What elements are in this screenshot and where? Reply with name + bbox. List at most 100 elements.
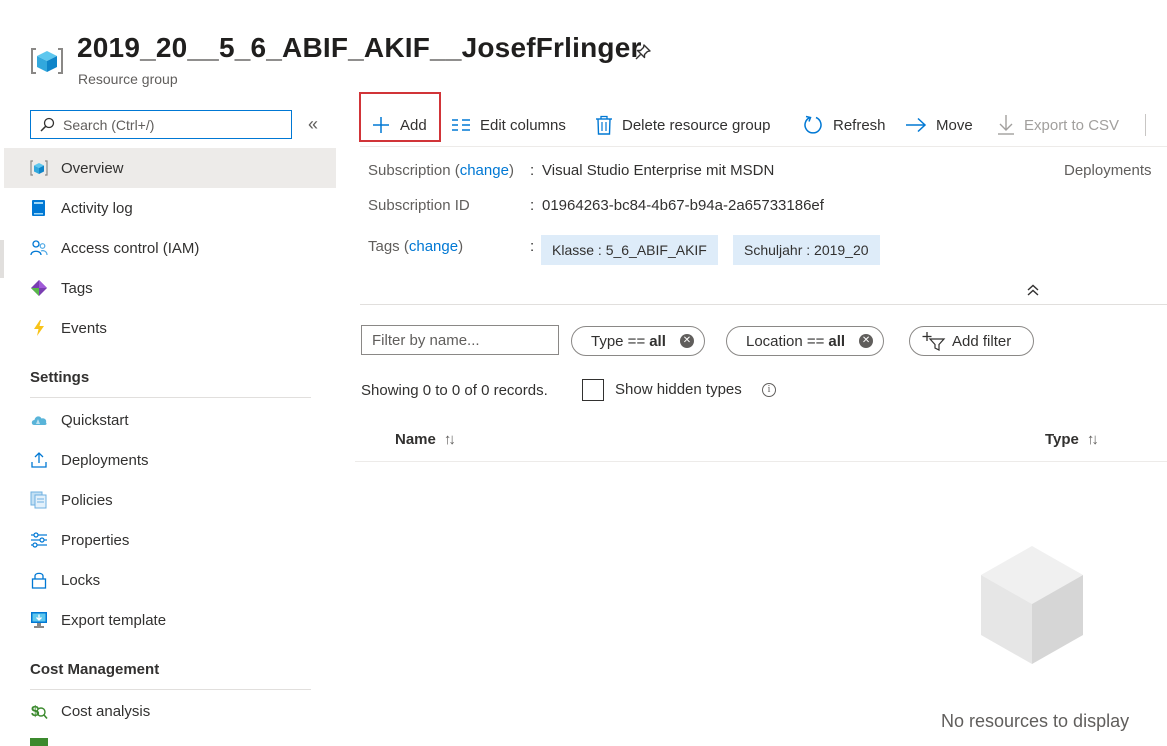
section-divider — [30, 397, 311, 398]
move-label: Move — [936, 116, 973, 134]
location-filter-value: all — [828, 332, 846, 350]
sidebar-item-cost-analysis[interactable]: $ Cost analysis — [4, 691, 336, 731]
sort-icon: ↑↓ — [1086, 431, 1099, 448]
resource-group-cube-icon — [30, 44, 64, 78]
policy-doc-icon — [30, 491, 48, 509]
sidebar-next-item-icon — [30, 738, 48, 746]
refresh-button[interactable]: Refresh — [802, 111, 886, 139]
sidebar-item-properties[interactable]: Properties — [4, 520, 336, 560]
lock-icon — [30, 571, 48, 589]
sidebar-item-deployments[interactable]: Deployments — [4, 440, 336, 480]
add-filter-icon — [922, 331, 946, 351]
subscription-label: Subscription (change) — [368, 162, 514, 179]
location-filter-pill[interactable]: Location == all ✕ — [726, 326, 885, 356]
sidebar-item-export-template[interactable]: Export template — [4, 600, 336, 640]
sidebar-item-events[interactable]: Events — [4, 308, 336, 348]
sidebar-item-activity-log[interactable]: Activity log — [4, 188, 336, 228]
overview-cube-icon — [30, 159, 48, 177]
refresh-label: Refresh — [833, 116, 886, 134]
sidebar-item-policies[interactable]: Policies — [4, 480, 336, 520]
column-header-type[interactable]: Type ↑↓ — [1045, 431, 1099, 448]
collapse-essentials-icon[interactable] — [1025, 282, 1041, 298]
pin-icon[interactable] — [633, 42, 653, 62]
colon-separator: : — [530, 162, 535, 179]
toolbar-separator — [1145, 114, 1146, 136]
essentials-divider — [360, 304, 1167, 305]
show-hidden-types-label[interactable]: Show hidden types — [615, 381, 742, 398]
sidebar-item-label: Overview — [61, 159, 124, 177]
column-header-name[interactable]: Name ↑↓ — [395, 431, 456, 448]
remove-filter-icon[interactable]: ✕ — [859, 334, 874, 348]
tags-label: Tags (change) — [368, 238, 464, 255]
add-filter-button[interactable]: Add filter — [909, 326, 1035, 356]
empty-state-text: No resources to display — [941, 711, 1130, 731]
download-icon — [997, 114, 1015, 136]
tag-badge[interactable]: Schuljahr : 2019_20 — [733, 235, 880, 265]
search-icon — [39, 117, 55, 133]
sidebar-item-access-control[interactable]: Access control (IAM) — [4, 228, 336, 268]
edit-columns-button[interactable]: Edit columns — [451, 111, 566, 139]
tag-badge[interactable]: Klasse : 5_6_ABIF_AKIF — [541, 235, 718, 265]
sidebar-search[interactable] — [30, 110, 292, 139]
show-hidden-types-checkbox[interactable] — [582, 379, 604, 401]
sidebar-item-overview[interactable]: Overview — [4, 148, 336, 188]
section-title-settings: Settings — [30, 369, 90, 386]
tags-change-link[interactable]: change — [409, 238, 458, 255]
subscription-value-link[interactable]: Visual Studio Enterprise mit MSDN — [542, 162, 774, 179]
sidebar-item-tags[interactable]: Tags — [4, 268, 336, 308]
deployments-label[interactable]: Deployments — [1064, 162, 1152, 179]
plus-icon — [371, 115, 391, 135]
colon-separator: : — [530, 238, 535, 255]
remove-filter-icon[interactable]: ✕ — [679, 334, 694, 348]
toolbar-divider — [360, 146, 1167, 147]
info-icon[interactable]: i — [762, 383, 776, 397]
sidebar-item-label: Tags — [61, 279, 93, 297]
cloud-icon — [30, 411, 48, 429]
export-csv-label: Export to CSV — [1024, 116, 1120, 134]
delete-resource-group-button[interactable]: Delete resource group — [595, 111, 770, 139]
type-filter-prefix: Type == — [591, 332, 646, 350]
section-divider — [30, 689, 311, 690]
search-input[interactable] — [63, 116, 273, 133]
page-title: 2019_20__5_6_ABIF_AKIF__JosefFrlinger — [77, 32, 642, 63]
column-header-label: Type — [1045, 431, 1079, 448]
people-icon — [30, 239, 48, 257]
sidebar-item-label: Locks — [61, 571, 101, 589]
subscription-id-value: 01964263-bc84-4b67-b94a-2a65733186ef — [542, 197, 824, 214]
edit-columns-label: Edit columns — [480, 116, 566, 134]
monitor-download-icon — [30, 611, 48, 629]
sliders-icon — [30, 531, 48, 549]
cost-analysis-icon: $ — [30, 702, 48, 720]
refresh-icon — [802, 114, 824, 136]
table-header-divider — [355, 461, 1167, 462]
sidebar-item-quickstart[interactable]: Quickstart — [4, 400, 336, 440]
sidebar-item-label: Quickstart — [61, 411, 129, 429]
sidebar-item-label: Deployments — [61, 451, 149, 469]
type-filter-value: all — [649, 332, 666, 350]
add-button[interactable]: Add — [371, 111, 427, 139]
sidebar-item-locks[interactable]: Locks — [4, 560, 336, 600]
collapse-sidebar-icon[interactable]: « — [308, 113, 326, 137]
sidebar-item-label: Properties — [61, 531, 130, 549]
tag-icon — [30, 279, 48, 297]
type-filter-pill[interactable]: Type == all ✕ — [571, 326, 705, 356]
filter-by-name-input[interactable] — [361, 325, 559, 355]
svg-text:$: $ — [31, 703, 40, 720]
sidebar-item-label: Activity log — [61, 199, 133, 217]
sidebar-item-label: Export template — [61, 611, 167, 629]
subscription-change-link[interactable]: change — [460, 162, 509, 179]
activity-log-icon — [30, 199, 48, 217]
empty-state-cube-icon — [978, 544, 1086, 666]
sidebar-item-label: Cost analysis — [61, 702, 151, 720]
sidebar-item-label: Access control (IAM) — [61, 239, 200, 257]
arrow-right-icon — [905, 117, 927, 133]
records-count: Showing 0 to 0 of 0 records. — [361, 382, 548, 399]
trash-icon — [595, 115, 613, 135]
sort-icon: ↑↓ — [443, 431, 456, 448]
move-button[interactable]: Move — [905, 111, 973, 139]
lightning-icon — [30, 319, 48, 337]
export-csv-button[interactable]: Export to CSV — [997, 111, 1119, 139]
sidebar-item-label: Policies — [61, 491, 113, 509]
column-header-label: Name — [395, 431, 436, 448]
section-title-cost-management: Cost Management — [30, 661, 160, 678]
